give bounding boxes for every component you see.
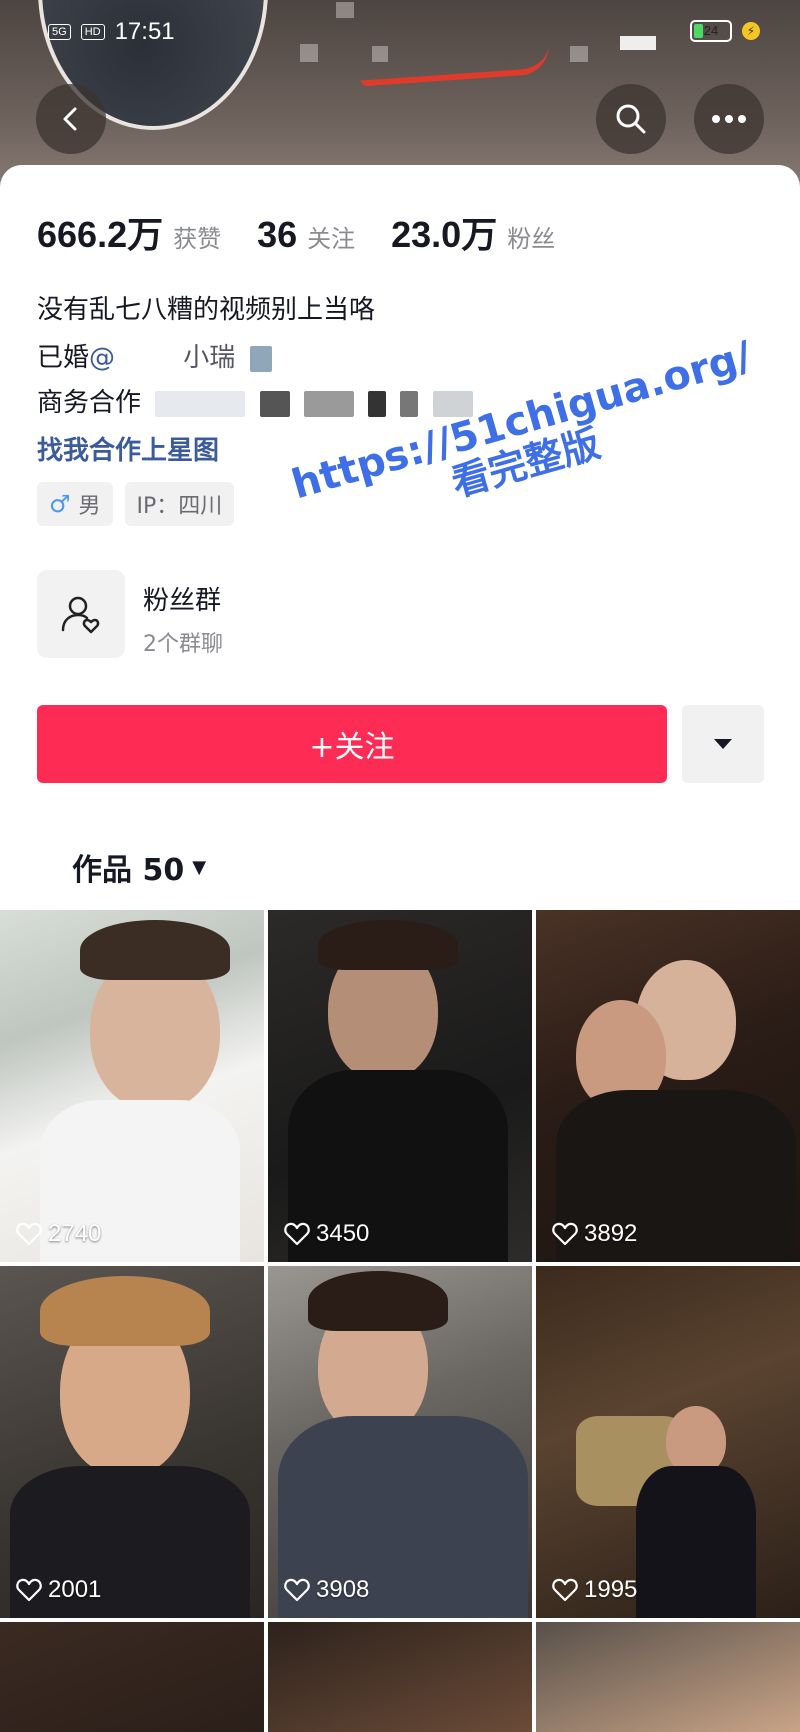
bio-text: 已婚 (37, 343, 90, 373)
ip-label: IP：四川 (136, 494, 223, 519)
network-indicator: 5G (48, 24, 71, 40)
stat-value: 23.0万 (391, 214, 498, 255)
stat-value: 36 (257, 214, 298, 255)
stat-following[interactable]: 36 关注 (257, 214, 355, 256)
like-count-value: 2740 (48, 1220, 102, 1247)
video-tile[interactable]: 3892 (536, 910, 800, 1262)
video-tile[interactable] (536, 1622, 800, 1732)
like-count-value: 3892 (584, 1220, 638, 1247)
heart-icon (16, 1222, 42, 1246)
redaction-block (400, 390, 419, 417)
fan-group-title[interactable]: 粉丝群 (143, 580, 221, 617)
back-button[interactable] (36, 84, 106, 154)
heart-icon (552, 1578, 578, 1602)
follow-button[interactable]: +关注 (37, 705, 667, 783)
battery-level: 24 (703, 23, 719, 38)
video-tile[interactable] (0, 1622, 264, 1732)
video-tile[interactable]: 3908 (268, 1266, 532, 1618)
like-count: 2001 (16, 1576, 101, 1604)
video-grid: 2740 3450 3892 2001 3908 1995 (0, 910, 800, 1732)
status-left: 5G HD 17:51 (48, 18, 175, 46)
stat-label: 关注 (307, 225, 356, 253)
redaction-block (259, 390, 290, 417)
stat-value: 666.2万 (37, 214, 164, 255)
search-button[interactable] (596, 84, 666, 154)
ip-tag: IP：四川 (124, 482, 235, 526)
bio-line: 没有乱七八糟的视频别上当咯 (37, 295, 376, 325)
triangle-down-icon (714, 739, 732, 749)
charging-icon: ⚡ (742, 22, 760, 40)
tab-works-label: 作品 50 (72, 853, 185, 888)
video-tile[interactable]: 1995 (536, 1266, 800, 1618)
mention-name[interactable]: 小瑞 (183, 343, 235, 373)
battery-icon: 24 (690, 20, 732, 42)
male-icon: ♂ (49, 490, 71, 518)
fan-group-icon (61, 596, 100, 634)
like-count-value: 2001 (48, 1576, 102, 1603)
heart-icon (284, 1222, 310, 1246)
gender-tag: ♂ 男 (37, 482, 113, 526)
caret-down-icon: ▼ (192, 856, 207, 878)
like-count: 3892 (552, 1220, 637, 1248)
profile-tags: ♂ 男 IP：四川 (37, 482, 235, 526)
tab-works[interactable]: 作品 50 ▼ (72, 845, 206, 889)
video-thumbnail (318, 920, 458, 970)
like-count: 3908 (284, 1576, 369, 1604)
business-link[interactable]: 找我合作上星图 (37, 430, 219, 467)
status-bar: 5G HD 17:51 24 ⚡ (0, 0, 800, 70)
stat-label: 获赞 (173, 225, 222, 253)
gender-label: 男 (78, 494, 101, 519)
heart-icon (284, 1578, 310, 1602)
like-count-value: 3908 (316, 1576, 370, 1603)
profile-stats: 666.2万 获赞 36 关注 23.0万 粉丝 (37, 206, 591, 256)
redaction-block (155, 390, 246, 417)
redaction-block (303, 390, 354, 417)
video-thumbnail (40, 1276, 210, 1346)
video-tile[interactable]: 2740 (0, 910, 264, 1262)
chevron-left-icon (63, 107, 77, 131)
like-count-value: 1995 (584, 1576, 638, 1603)
mention-link[interactable]: @ (89, 343, 115, 373)
heart-icon (552, 1222, 578, 1246)
video-tile[interactable]: 3450 (268, 910, 532, 1262)
hd-indicator: HD (80, 24, 105, 40)
stat-likes[interactable]: 666.2万 获赞 (37, 206, 221, 258)
status-right: 24 ⚡ (690, 20, 760, 42)
video-thumbnail (308, 1271, 448, 1331)
more-button[interactable] (694, 84, 764, 154)
more-dots-icon (712, 115, 746, 123)
stat-followers[interactable]: 23.0万 粉丝 (391, 206, 555, 258)
video-tile[interactable] (268, 1622, 532, 1732)
redaction-block (368, 390, 387, 417)
status-time: 17:51 (114, 18, 175, 45)
like-count: 1995 (552, 1576, 637, 1604)
video-thumbnail (80, 920, 230, 980)
redaction-block (249, 345, 272, 372)
like-count: 2740 (16, 1220, 101, 1248)
video-tile[interactable]: 2001 (0, 1266, 264, 1618)
stat-label: 粉丝 (507, 225, 556, 253)
search-icon (616, 104, 646, 134)
recommend-dropdown-button[interactable] (682, 705, 764, 783)
fan-group-button[interactable] (37, 570, 125, 658)
like-count-value: 3450 (316, 1220, 370, 1247)
video-thumbnail (636, 1466, 756, 1618)
fan-group-subtitle: 2个群聊 (143, 632, 223, 657)
like-count: 3450 (284, 1220, 369, 1248)
heart-icon (16, 1578, 42, 1602)
bio-text: 商务合作 (37, 388, 142, 418)
